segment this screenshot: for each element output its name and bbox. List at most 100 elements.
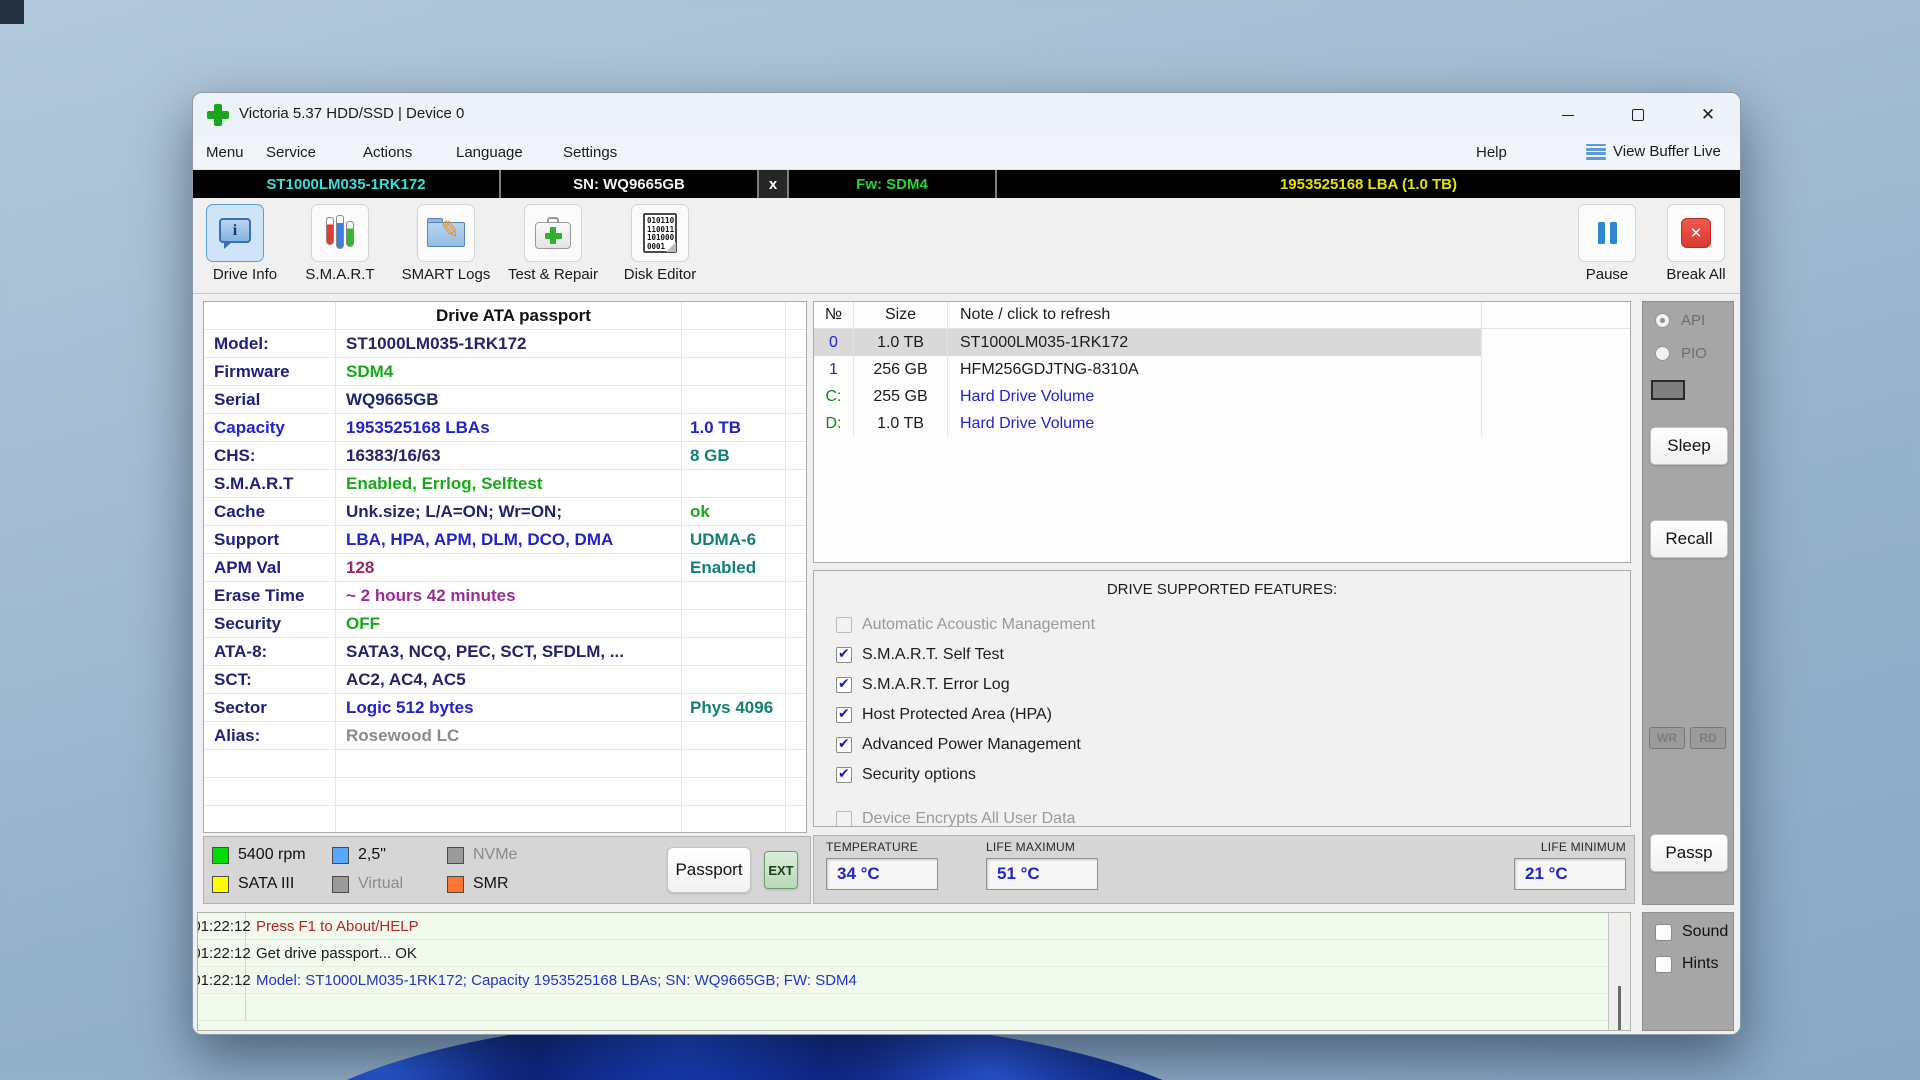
maximize-button[interactable] [1615,99,1661,131]
view-buffer-live-label: View Buffer Live [1613,143,1721,160]
passport-row-model: Model: ST1000LM035-1RK172 [204,330,806,358]
checkbox-smart-error-log[interactable] [836,677,852,693]
temperature-strip: TEMPERATURE 34 °C LIFE MAXIMUM 51 °C LIF… [813,835,1635,904]
menu-item-settings[interactable]: Settings [563,144,617,161]
feature-smart-error-log[interactable]: S.M.A.R.T. Error Log [836,676,1010,694]
legend-orange-swatch [447,876,464,893]
menu-item-language[interactable]: Language [456,144,523,161]
sound-label: Sound [1682,923,1728,941]
passport-header: Drive ATA passport [204,302,806,330]
checkbox-device-encrypts[interactable] [836,811,852,827]
features-title: DRIVE SUPPORTED FEATURES: [814,581,1630,598]
buffer-list-icon [1586,144,1606,160]
disk-editor-button[interactable]: 010110 110011 101000 0001 [631,204,689,262]
sleep-button[interactable]: Sleep [1650,427,1728,465]
status-close-button[interactable]: x [759,170,789,198]
menu-item-actions[interactable]: Actions [363,144,412,161]
smart-button[interactable] [311,204,369,262]
view-buffer-live[interactable]: View Buffer Live [1586,143,1721,160]
life-max-label: LIFE MAXIMUM [986,840,1098,854]
col-note[interactable]: Note / click to refresh [948,302,1482,328]
life-min-value: 21 °C [1514,858,1626,890]
passport-title: Drive ATA passport [336,302,682,330]
passport-empty-row [204,750,806,778]
api-radio[interactable] [1655,313,1670,328]
wr-button[interactable]: WR [1649,727,1685,749]
passport-row-serial: Serial WQ9665GB [204,386,806,414]
legend-yellow-swatch [212,876,229,893]
log-line-3: 01:22:12 Model: ST1000LM035-1RK172; Capa… [198,967,1630,994]
pio-radio-row[interactable]: PIO [1655,345,1707,362]
passport-row-cache: Cache Unk.size; L/A=ON; Wr=ON; ok [204,498,806,526]
status-serial: SN: WQ9665GB [501,170,759,198]
drive-row-d[interactable]: D: 1.0 TB Hard Drive Volume [814,410,1630,437]
menu-item-service[interactable]: Service [266,144,316,161]
passport-row-security: Security OFF [204,610,806,638]
disk-editor-label: Disk Editor [595,266,725,283]
first-aid-icon [535,217,571,249]
pio-label: PIO [1681,345,1707,362]
checkbox-aam[interactable] [836,617,852,633]
passport-button[interactable]: Passport [667,847,751,893]
recall-button[interactable]: Recall [1650,520,1728,558]
temperature-group: TEMPERATURE 34 °C [826,840,938,890]
passport-row-sector: Sector Logic 512 bytes Phys 4096 [204,694,806,722]
legend-25inch: 2,5" [332,846,386,864]
drive-row-1[interactable]: 1 256 GB HFM256GDJTNG-8310A [814,356,1630,383]
passp-button[interactable]: Passp [1650,834,1728,872]
legend-5400rpm: 5400 rpm [212,846,306,864]
test-repair-button[interactable] [524,204,582,262]
victoria-window: Victoria 5.37 HDD/SSD | Device 0 ✕ Menu … [192,92,1741,1035]
checkbox-hpa[interactable] [836,707,852,723]
pio-radio[interactable] [1655,346,1670,361]
api-radio-row[interactable]: API [1655,312,1705,329]
drive-list-panel: № Size Note / click to refresh 0 1.0 TB … [813,301,1631,563]
feature-hpa[interactable]: Host Protected Area (HPA) [836,706,1052,724]
feature-apm[interactable]: Advanced Power Management [836,736,1081,754]
feature-aam[interactable]: Automatic Acoustic Management [836,616,1095,634]
smart-logs-button[interactable]: ✎ [417,204,475,262]
menu-item-menu[interactable]: Menu [206,144,244,161]
legend-smr: SMR [447,875,509,893]
legend-gray-swatch [447,847,464,864]
ext-button[interactable]: EXT [764,851,798,889]
log-line-2: 01:22:12 Get drive passport... OK [198,940,1630,967]
minimize-button[interactable] [1545,99,1591,131]
hints-checkbox[interactable] [1655,956,1672,973]
right-sidebar: API PIO Sleep Recall WR RD Passp [1642,301,1734,905]
test-tubes-icon [323,215,357,251]
break-x-icon: ✕ [1681,218,1711,248]
status-model[interactable]: ST1000LM035-1RK172 [193,170,501,198]
sound-checkbox-row[interactable]: Sound [1655,923,1728,941]
pause-button[interactable] [1578,204,1636,262]
api-label: API [1681,312,1705,329]
legend-blue-swatch [332,847,349,864]
feature-smart-self-test[interactable]: S.M.A.R.T. Self Test [836,646,1004,664]
log-line-1: 01:22:12 Press F1 to About/HELP [198,913,1630,940]
checkbox-smart-self-test[interactable] [836,647,852,663]
drive-info-button[interactable]: i [206,204,264,262]
passport-row-erase-time: Erase Time ~ 2 hours 42 minutes [204,582,806,610]
drive-row-c[interactable]: C: 255 GB Hard Drive Volume [814,383,1630,410]
rd-button[interactable]: RD [1690,727,1726,749]
legend-nvme: NVMe [447,846,517,864]
break-all-button[interactable]: ✕ [1667,204,1725,262]
hints-checkbox-row[interactable]: Hints [1655,955,1718,973]
pause-icon [1598,222,1617,244]
passport-empty-row [204,778,806,806]
log-scrollbar[interactable] [1608,913,1630,1030]
passport-row-alias: Alias: Rosewood LC [204,722,806,750]
temperature-value: 34 °C [826,858,938,890]
drive-info-icon: i [219,218,251,248]
log-scrollbar-thumb[interactable] [1618,986,1621,1031]
close-button[interactable]: ✕ [1685,99,1731,131]
life-max-value: 51 °C [986,858,1098,890]
status-lba: 1953525168 LBA (1.0 TB) [997,170,1740,198]
drive-row-0[interactable]: 0 1.0 TB ST1000LM035-1RK172 [814,329,1630,356]
sound-checkbox[interactable] [1655,924,1672,941]
checkbox-apm[interactable] [836,737,852,753]
feature-device-encrypts[interactable]: Device Encrypts All User Data [836,810,1075,827]
checkbox-security-options[interactable] [836,767,852,783]
menu-item-help[interactable]: Help [1476,144,1507,161]
feature-security-options[interactable]: Security options [836,766,976,784]
